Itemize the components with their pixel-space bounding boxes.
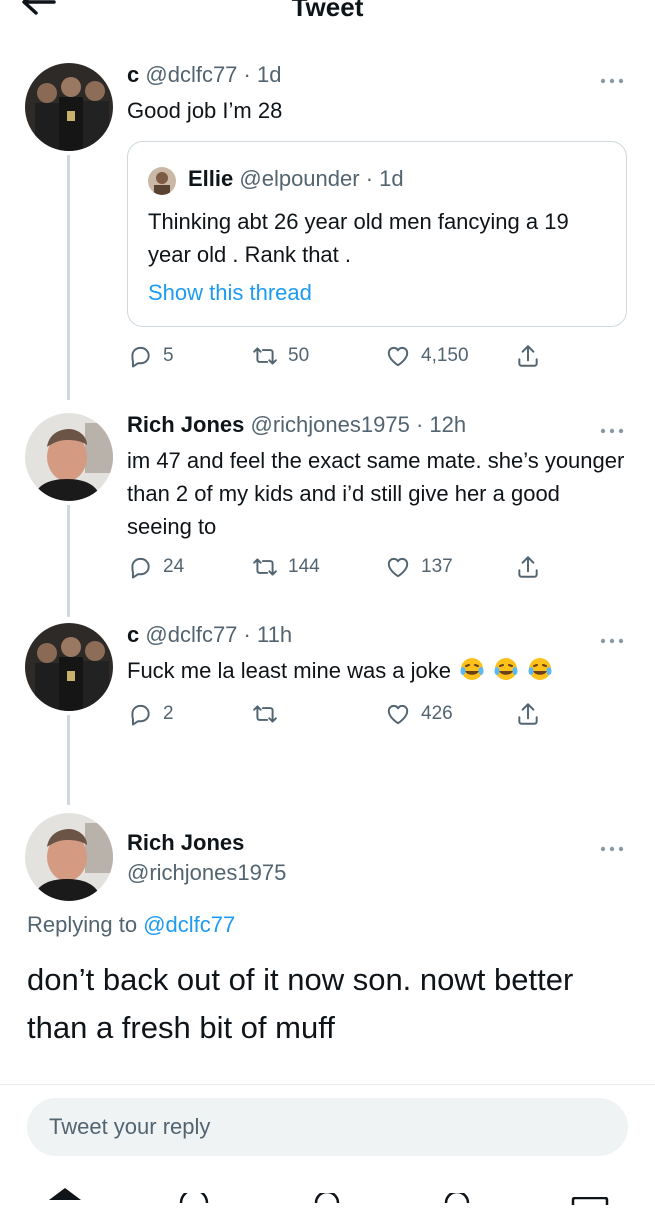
retweet-count: 50 xyxy=(288,345,310,366)
quote-text: Thinking abt 26 year old men fancying a … xyxy=(148,209,569,267)
avatar[interactable] xyxy=(25,63,113,151)
display-name[interactable]: c xyxy=(127,62,139,87)
retweet-icon xyxy=(253,558,277,576)
reply-count: 5 xyxy=(163,345,174,366)
share-icon xyxy=(518,703,538,725)
display-name[interactable]: Rich Jones xyxy=(127,830,244,856)
tweet-header: c @dclfc77 · 11h xyxy=(127,622,293,647)
display-name[interactable]: Rich Jones xyxy=(127,412,244,437)
messages-icon[interactable] xyxy=(570,1192,610,1205)
quoted-tweet[interactable]: Ellie @elpounder · 1d Thinking abt 26 ye… xyxy=(127,141,627,327)
share-button[interactable] xyxy=(515,700,541,728)
display-name: Ellie xyxy=(188,166,234,191)
main-tweet-text: don’t back out of it now son. nowt bette… xyxy=(27,962,574,1045)
more-options-icon[interactable] xyxy=(599,72,629,84)
tears-of-joy-emoji-icon xyxy=(457,654,553,687)
reply-icon xyxy=(131,704,150,726)
reply-count: 2 xyxy=(163,703,174,724)
heart-icon xyxy=(387,346,409,367)
page-title: Tweet xyxy=(291,0,364,22)
tweet-actions: 24 144 137 xyxy=(127,553,547,581)
user-handle[interactable]: @richjones1975 xyxy=(127,860,286,886)
home-icon[interactable] xyxy=(45,1186,85,1200)
share-button[interactable] xyxy=(515,553,541,581)
share-button[interactable] xyxy=(515,342,541,370)
like-button[interactable]: 137 xyxy=(385,553,453,581)
reply-button[interactable]: 2 xyxy=(127,700,174,728)
like-button[interactable]: 426 xyxy=(385,700,453,728)
user-handle[interactable]: @dclfc77 xyxy=(145,622,237,647)
search-icon[interactable] xyxy=(177,1188,211,1204)
like-count: 137 xyxy=(421,556,453,577)
display-name[interactable]: c xyxy=(127,622,139,647)
share-icon xyxy=(518,556,538,578)
spaces-icon[interactable] xyxy=(310,1190,344,1204)
replying-to-handle[interactable]: @dclfc77 xyxy=(143,912,235,937)
avatar[interactable] xyxy=(25,413,113,501)
tweet-text: im 47 and feel the exact same mate. she’… xyxy=(127,448,625,539)
timestamp: 1d xyxy=(379,166,404,191)
like-button[interactable]: 4,150 xyxy=(385,342,469,370)
avatar[interactable] xyxy=(25,813,113,901)
more-options-icon[interactable] xyxy=(599,632,629,644)
retweet-button[interactable]: 50 xyxy=(252,342,309,370)
user-handle: @elpounder xyxy=(239,166,360,191)
quote-header: Ellie @elpounder · 1d xyxy=(188,166,404,191)
retweet-button[interactable]: 144 xyxy=(252,553,320,581)
more-options-icon[interactable] xyxy=(599,422,629,434)
retweet-icon xyxy=(253,705,277,723)
retweet-count: 144 xyxy=(288,556,320,577)
avatar[interactable] xyxy=(25,623,113,711)
tweet-text: Good job I’m 28 xyxy=(127,98,283,123)
retweet-button[interactable] xyxy=(252,700,288,728)
timestamp[interactable]: 1d xyxy=(257,62,281,87)
notifications-icon[interactable] xyxy=(440,1190,474,1204)
tweet-header: Rich Jones @richjones1975 · 12h xyxy=(127,412,467,437)
user-handle[interactable]: @dclfc77 xyxy=(145,62,237,87)
tweet-actions: 5 50 4,150 xyxy=(127,342,547,370)
divider xyxy=(0,1084,655,1085)
avatar xyxy=(148,167,176,195)
tweet-text: Fuck me la least mine was a joke xyxy=(127,658,452,683)
replying-to: Replying to @dclfc77 xyxy=(27,912,235,938)
timestamp[interactable]: 11h xyxy=(257,622,292,647)
like-count: 426 xyxy=(421,703,453,724)
reply-icon xyxy=(131,557,150,579)
thread-line xyxy=(67,155,70,400)
retweet-icon xyxy=(253,347,277,365)
replying-to-label: Replying to xyxy=(27,912,138,937)
thread-line xyxy=(67,715,70,805)
show-thread-link[interactable]: Show this thread xyxy=(148,276,312,309)
tweet-text-row: Fuck me la least mine was a joke xyxy=(127,654,627,687)
heart-icon xyxy=(387,557,409,578)
reply-icon xyxy=(131,346,150,368)
thread-line xyxy=(67,505,70,617)
user-handle[interactable]: @richjones1975 xyxy=(251,412,410,437)
reply-input[interactable]: Tweet your reply xyxy=(27,1098,628,1156)
share-icon xyxy=(518,345,538,367)
reply-button[interactable]: 5 xyxy=(127,342,174,370)
like-count: 4,150 xyxy=(421,345,469,366)
reply-count: 24 xyxy=(163,556,185,577)
tweet-actions: 2 426 xyxy=(127,700,547,728)
more-options-icon[interactable] xyxy=(599,840,629,852)
tweet-header: c @dclfc77 · 1d xyxy=(127,62,282,87)
timestamp[interactable]: 12h xyxy=(429,412,466,437)
heart-icon xyxy=(387,704,409,725)
reply-button[interactable]: 24 xyxy=(127,553,184,581)
